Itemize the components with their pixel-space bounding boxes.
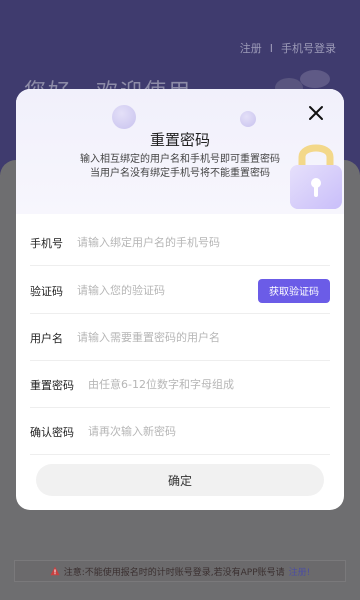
get-code-button[interactable]: 获取验证码 xyxy=(258,278,330,303)
confirm-password-label: 确认密码 xyxy=(30,425,74,439)
confirm-password-input[interactable] xyxy=(88,425,330,438)
phone-row: 手机号 xyxy=(30,220,330,266)
confirm-button[interactable]: 确定 xyxy=(36,464,324,496)
notice-text: 注意:不能使用报名时的计时账号登录,若没有APP账号请 xyxy=(63,567,285,578)
warning-icon xyxy=(50,566,60,576)
decor-bubble xyxy=(112,105,136,129)
dialog-header: 重置密码 输入相互绑定的用户名和手机号即可重置密码 当用户名没有绑定手机号将不能… xyxy=(16,89,344,214)
new-password-input[interactable] xyxy=(88,378,330,391)
phone-login-link[interactable]: 手机号登录 xyxy=(281,40,336,56)
new-password-label: 重置密码 xyxy=(30,378,74,392)
confirm-password-row: 确认密码 xyxy=(30,409,330,455)
subtitle-line: 当用户名没有绑定手机号将不能重置密码 xyxy=(90,168,270,179)
reset-password-dialog: 重置密码 输入相互绑定的用户名和手机号即可重置密码 当用户名没有绑定手机号将不能… xyxy=(16,89,344,510)
notice-register-link[interactable]: 注册! xyxy=(289,565,311,578)
code-row: 验证码 获取验证码 xyxy=(30,268,330,314)
code-label: 验证码 xyxy=(30,284,63,298)
top-nav: 注册 I 手机号登录 xyxy=(240,40,336,56)
username-label: 用户名 xyxy=(30,331,63,345)
login-notice: 注意:不能使用报名时的计时账号登录,若没有APP账号请 注册! xyxy=(14,560,346,582)
close-icon xyxy=(309,106,323,120)
decor-blob xyxy=(300,70,330,88)
dialog-title: 重置密码 xyxy=(149,131,210,149)
new-password-row: 重置密码 xyxy=(30,362,330,408)
username-row: 用户名 xyxy=(30,315,330,361)
nav-separator: I xyxy=(269,41,273,55)
close-button[interactable] xyxy=(302,99,330,127)
decor-bubble xyxy=(240,111,256,127)
code-input[interactable] xyxy=(77,284,258,297)
phone-input[interactable] xyxy=(77,236,330,249)
phone-label: 手机号 xyxy=(30,236,63,250)
dialog-subtitle: 输入相互绑定的用户名和手机号即可重置密码 当用户名没有绑定手机号将不能重置密码 xyxy=(16,153,344,181)
username-input[interactable] xyxy=(77,331,330,344)
register-link[interactable]: 注册 xyxy=(240,40,262,56)
subtitle-line: 输入相互绑定的用户名和手机号即可重置密码 xyxy=(80,154,280,165)
